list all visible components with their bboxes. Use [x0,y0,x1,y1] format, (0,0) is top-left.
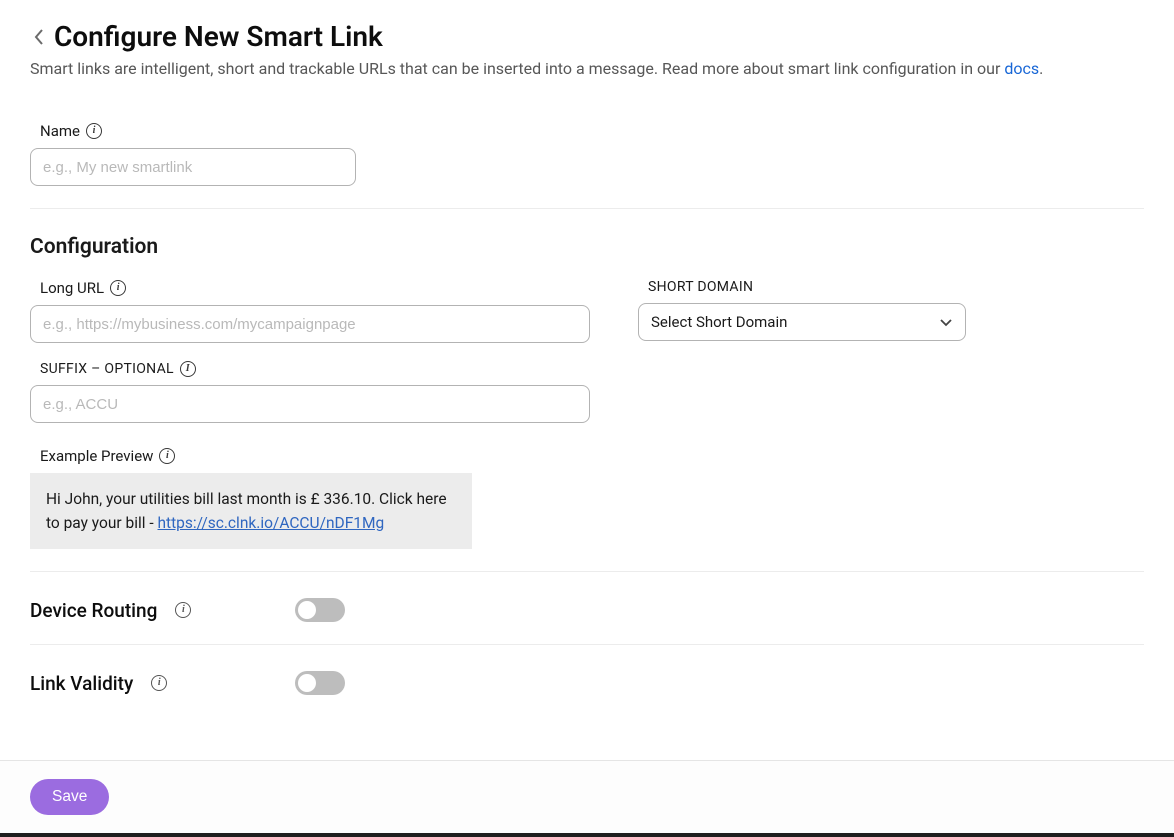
info-icon[interactable]: i [86,123,102,139]
device-routing-label: Device Routing [30,599,157,622]
footer-edge [0,833,1174,837]
toggle-knob [298,601,316,619]
info-icon[interactable]: i [110,280,126,296]
page-subtitle: Smart links are intelligent, short and t… [30,59,1144,78]
configuration-title: Configuration [30,235,1144,259]
footer: Save [0,760,1174,833]
long-url-input[interactable] [30,305,590,343]
long-url-label: Long URL [40,279,104,297]
suffix-label: SUFFIX – OPTIONAL [40,361,174,377]
chevron-down-icon [939,315,953,329]
info-icon[interactable]: i [151,675,167,691]
device-routing-toggle[interactable] [295,598,345,622]
example-preview-box: Hi John, your utilities bill last month … [30,473,472,549]
info-icon[interactable]: i [180,361,196,377]
toggle-knob [298,674,316,692]
link-validity-label: Link Validity [30,672,133,695]
suffix-input[interactable] [30,385,590,423]
name-input[interactable] [30,148,356,186]
preview-link[interactable]: https://sc.clnk.io/ACCU/nDF1Mg [158,514,385,532]
docs-link[interactable]: docs [1004,59,1039,78]
divider [30,644,1144,645]
name-label: Name [40,122,80,140]
example-preview-label: Example Preview [40,447,153,465]
link-validity-toggle[interactable] [295,671,345,695]
short-domain-label: SHORT DOMAIN [648,279,753,295]
info-icon[interactable]: i [159,448,175,464]
divider [30,208,1144,209]
divider [30,571,1144,572]
info-icon[interactable]: i [175,602,191,618]
save-button[interactable]: Save [30,779,109,815]
subtitle-text: Smart links are intelligent, short and t… [30,59,1004,78]
back-button[interactable] [30,23,48,51]
short-domain-select[interactable]: Select Short Domain [638,303,966,341]
short-domain-selected: Select Short Domain [651,313,787,331]
subtitle-suffix: . [1039,59,1043,78]
page-title: Configure New Smart Link [54,20,383,53]
